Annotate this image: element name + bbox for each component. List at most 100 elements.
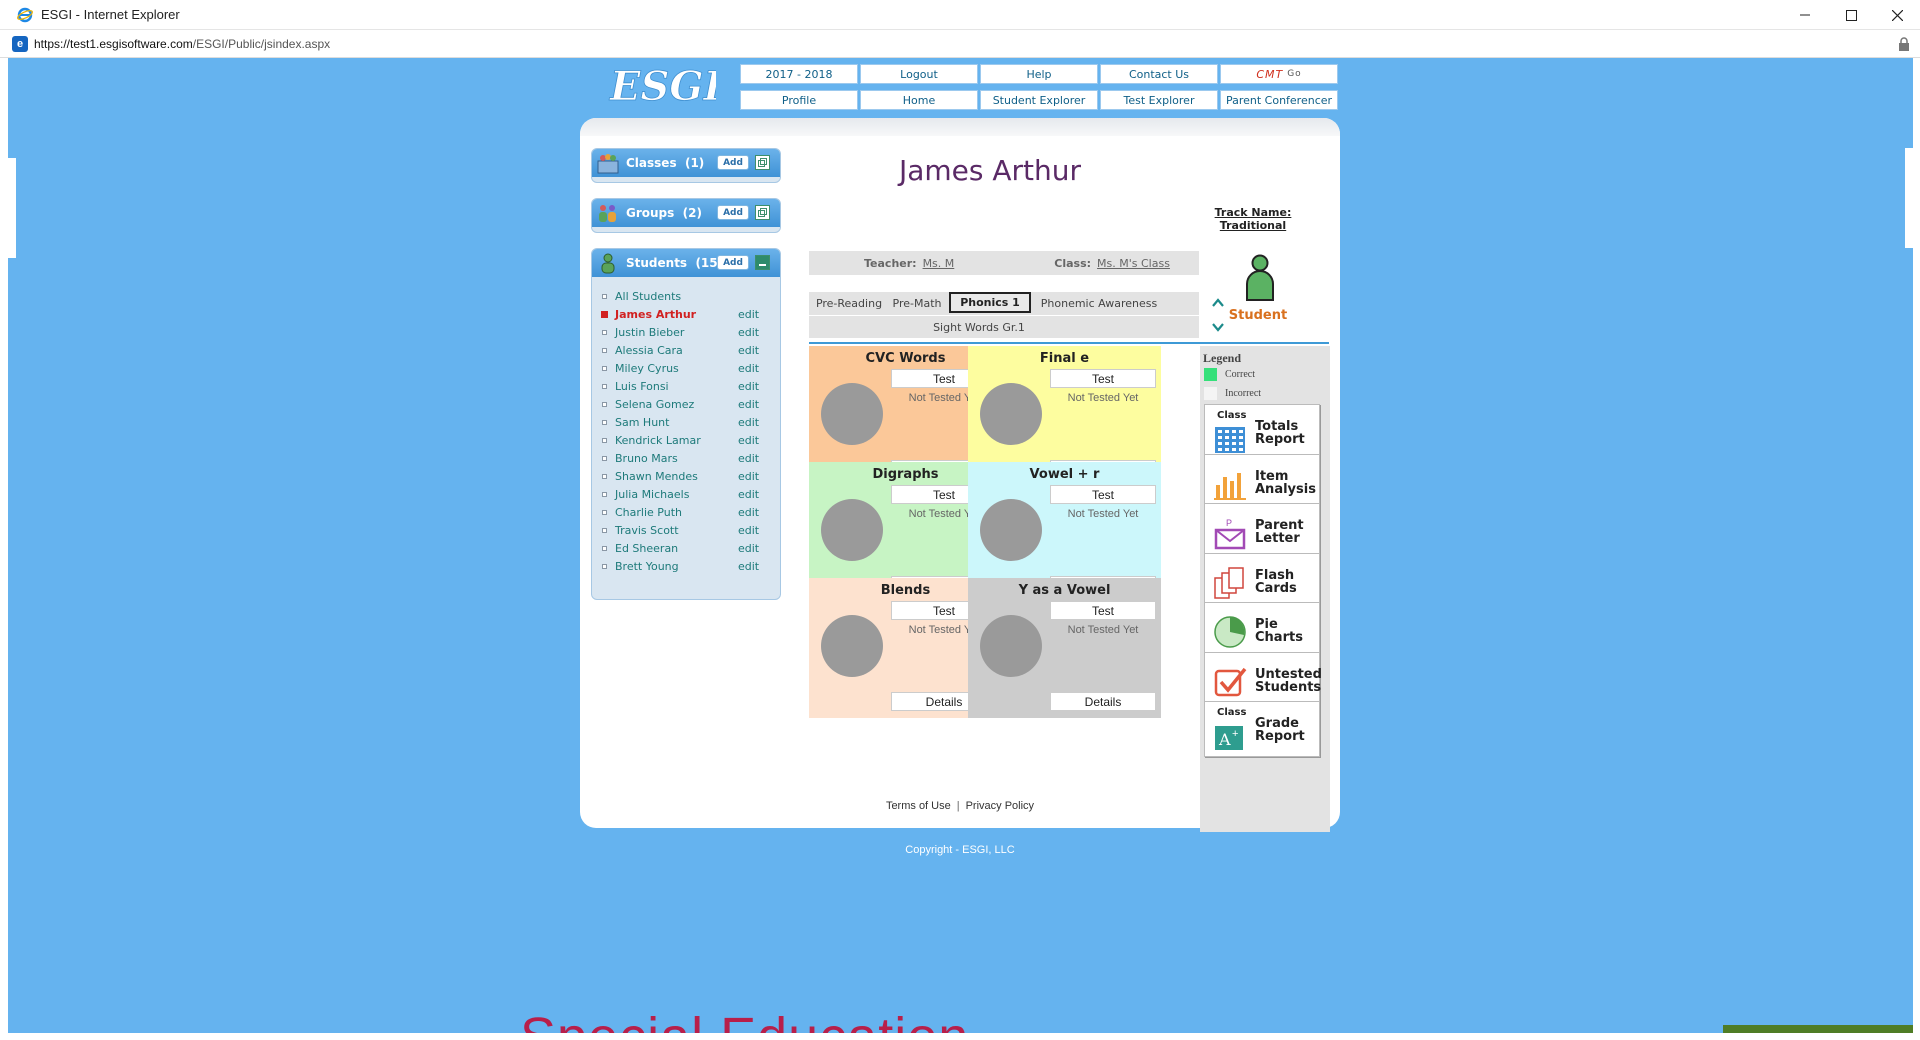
test-explorer-button[interactable]: Test Explorer [1100,90,1218,110]
edit-student-link[interactable]: edit [738,380,759,393]
list-item[interactable]: Selena Gomez edit [592,395,780,413]
student-name-link[interactable]: Kendrick Lamar [615,434,701,447]
logout-button[interactable]: Logout [860,64,978,84]
edit-student-link[interactable]: edit [738,326,759,339]
list-item[interactable]: Charlie Puth edit [592,503,780,521]
parent-conferencer-button[interactable]: Parent Conferencer [1220,90,1338,110]
list-item[interactable]: James Arthur edit [592,305,780,323]
class-link[interactable]: Ms. M's Class [1097,257,1170,270]
student-name-link[interactable]: Luis Fonsi [615,380,669,393]
edit-student-link[interactable]: edit [738,434,759,447]
edit-student-link[interactable]: edit [738,416,759,429]
flash-cards-button[interactable]: Flash Cards [1204,552,1320,609]
add-group-button[interactable]: Add [717,205,749,220]
progress-pie-chart[interactable] [821,499,883,561]
groups-header[interactable]: Groups (2) Add [592,199,780,227]
tab-pre-math[interactable]: Pre-Math [889,293,945,314]
help-button[interactable]: Help [980,64,1098,84]
progress-pie-chart[interactable] [821,615,883,677]
profile-button[interactable]: Profile [740,90,858,110]
tab-phonemic-awareness[interactable]: Phonemic Awareness [1037,293,1161,314]
edit-student-link[interactable]: edit [738,344,759,357]
student-name-link[interactable]: Sam Hunt [615,416,669,429]
student-name-link[interactable]: James Arthur [615,308,696,321]
test-button[interactable]: Test [1050,485,1156,504]
list-item[interactable]: Kendrick Lamar edit [592,431,780,449]
student-name-link[interactable]: Julia Michaels [615,488,689,501]
list-item[interactable]: Julia Michaels edit [592,485,780,503]
progress-pie-chart[interactable] [980,383,1042,445]
add-student-button[interactable]: Add [717,255,749,270]
collapse-students-button[interactable] [755,255,770,270]
url-text[interactable]: https://test1.esgisoftware.com/ESGI/Publ… [34,37,330,51]
add-class-button[interactable]: Add [717,155,749,170]
maximize-button[interactable] [1828,0,1874,30]
edit-student-link[interactable]: edit [738,488,759,501]
details-button[interactable]: Details [1050,692,1156,711]
progress-pie-chart[interactable] [980,499,1042,561]
list-item[interactable]: Brett Young edit [592,557,780,575]
edit-student-link[interactable]: edit [738,452,759,465]
home-button[interactable]: Home [860,90,978,110]
student-name-link[interactable]: Justin Bieber [615,326,684,339]
list-item[interactable]: Travis Scott edit [592,521,780,539]
student-name-link[interactable]: Travis Scott [615,524,679,537]
student-name-link[interactable]: Ed Sheeran [615,542,678,555]
classes-header[interactable]: Classes (1) Add [592,149,780,177]
item-analysis-button[interactable]: Item Analysis [1204,453,1320,510]
cmt-go-button[interactable]: CMT Go [1220,64,1338,84]
tab-sight-words-gr1[interactable]: Sight Words Gr.1 [919,317,1039,338]
list-item[interactable]: Miley Cyrus edit [592,359,780,377]
tab-pre-reading[interactable]: Pre-Reading [813,293,885,314]
tab-phonics-1[interactable]: Phonics 1 [949,292,1031,313]
progress-pie-chart[interactable] [980,615,1042,677]
teacher-link[interactable]: Ms. M [923,257,955,270]
minimize-button[interactable] [1782,0,1828,30]
student-name-link[interactable]: Shawn Mendes [615,470,698,483]
edit-student-link[interactable]: edit [738,308,759,321]
list-item[interactable]: Alessia Cara edit [592,341,780,359]
edit-student-link[interactable]: edit [738,506,759,519]
terms-of-use-link[interactable]: Terms of Use [886,800,951,812]
list-item[interactable]: Justin Bieber edit [592,323,780,341]
list-item[interactable]: Luis Fonsi edit [592,377,780,395]
test-button[interactable]: Test [1050,601,1156,620]
students-header[interactable]: Students (15) Add [592,249,780,277]
contact-us-button[interactable]: Contact Us [1100,64,1218,84]
minimize-icon [1800,14,1810,16]
student-name-link[interactable]: Miley Cyrus [615,362,679,375]
student-name-link[interactable]: Alessia Cara [615,344,683,357]
student-name-link[interactable]: Charlie Puth [615,506,682,519]
edit-student-link[interactable]: edit [738,542,759,555]
expand-classes-button[interactable] [755,155,770,170]
pie-charts-button[interactable]: Pie Charts [1204,602,1320,658]
list-item[interactable]: Shawn Mendes edit [592,467,780,485]
list-item[interactable]: Sam Hunt edit [592,413,780,431]
close-window-button[interactable] [1874,0,1920,30]
untested-students-button[interactable]: Untested Students [1204,651,1322,708]
all-students-link[interactable]: All Students [615,290,681,303]
student-name-link[interactable]: Bruno Mars [615,452,678,465]
report-class-tag: Class [1217,707,1247,718]
progress-pie-chart[interactable] [821,383,883,445]
list-item[interactable]: Bruno Mars edit [592,449,780,467]
expand-groups-button[interactable] [755,205,770,220]
parent-letter-button[interactable]: P Parent Letter [1204,503,1320,559]
edit-student-link[interactable]: edit [738,398,759,411]
test-button[interactable]: Test [1050,369,1156,388]
totals-report-button[interactable]: Class Totals Report [1204,404,1320,460]
student-name-title: James Arthur [898,154,1082,187]
school-year-button[interactable]: 2017 - 2018 [740,64,858,84]
student-name-link[interactable]: Brett Young [615,560,679,573]
edit-student-link[interactable]: edit [738,362,759,375]
list-item[interactable]: Ed Sheeran edit [592,539,780,557]
grade-report-button[interactable]: Class A + Grade Report [1204,701,1320,757]
edit-student-link[interactable]: edit [738,470,759,483]
student-name-link[interactable]: Selena Gomez [615,398,694,411]
privacy-policy-link[interactable]: Privacy Policy [966,800,1034,812]
all-students-item[interactable]: All Students [592,287,780,305]
edit-student-link[interactable]: edit [738,560,759,573]
address-bar[interactable]: e https://test1.esgisoftware.com/ESGI/Pu… [0,30,1920,58]
edit-student-link[interactable]: edit [738,524,759,537]
student-explorer-button[interactable]: Student Explorer [980,90,1098,110]
